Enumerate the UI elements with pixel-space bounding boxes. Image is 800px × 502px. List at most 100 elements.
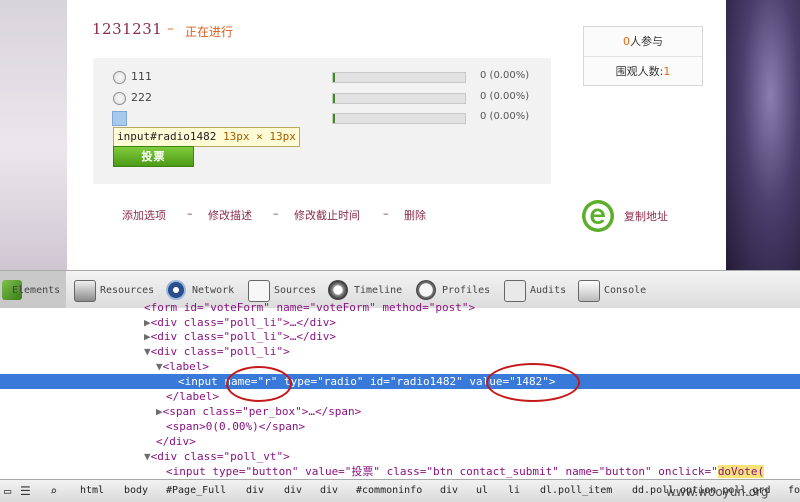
dom-node-text: <span>0(0.00%)</span> [166,420,306,433]
breadcrumb-item[interactable]: ul [476,480,488,502]
poll-option: 111 0 (0.00%) [93,66,551,88]
annotation-circle-name [226,366,292,402]
add-option-link[interactable]: 添加选项 [122,207,166,223]
tab-label: Console [604,285,647,296]
option-radio[interactable] [113,92,126,105]
console-toggle-icon[interactable]: ☰ [20,480,31,502]
dom-node-text: <input type="button" value="投票" class="b… [166,465,718,478]
edit-description-link[interactable]: 修改描述 [208,207,252,223]
breadcrumb-item[interactable]: #commoninfo [356,480,422,502]
vote-button[interactable]: 投票 [113,146,194,167]
option-percent: 0 (0.00%) [480,70,530,81]
option-progress-bar [332,113,466,124]
e-logo-icon[interactable] [581,199,615,233]
dom-line[interactable]: ▼<div class="poll_li"> [0,344,800,359]
expand-triangle-icon[interactable]: ▶ [156,404,163,419]
dom-node-text: <label> [162,360,209,373]
edit-deadline-link[interactable]: 修改截止时间 [294,207,360,223]
dom-node-text: </div> [156,435,196,448]
watermark: www.wooyun.org [666,485,769,499]
dom-line[interactable]: </label> [0,389,800,404]
console-icon [578,280,600,302]
breadcrumb-item[interactable]: dl.poll_item [540,480,612,502]
viewers-row: 围观人数:1 [584,58,702,86]
option-radio[interactable] [113,71,126,84]
tab-label: Resources [100,285,155,296]
progress-edge [333,94,335,103]
dom-node-text: <div class="poll_li"> [150,345,290,358]
viewers-label: 围观人数: [615,65,664,78]
dom-node-text: <input [178,375,225,388]
network-icon [166,280,186,300]
onclick-handler: doVote( [717,465,765,478]
expand-triangle-icon[interactable]: ▶ [144,315,151,330]
dom-line[interactable]: <span>0(0.00%)</span> [0,419,800,434]
dom-node-text: <div class="poll_vt"> [150,450,290,463]
tab-label: Elements [12,285,61,296]
annotation-circle-value [486,363,580,402]
dom-line[interactable]: ▼<label> [0,359,800,374]
timeline-icon [328,280,348,300]
title-separator: – [167,21,174,37]
dom-node-text: <div class="poll_li">…</div> [150,316,337,329]
progress-edge [333,114,335,123]
tab-label: Profiles [442,285,491,296]
dom-node-text: <form id="voteForm" name="voteForm" meth… [144,301,476,314]
option-progress-bar [332,93,466,104]
dock-icon[interactable]: ▭ [4,480,11,502]
dom-line[interactable]: ▶<div class="poll_li">…</div> [0,315,800,330]
breadcrumb-item[interactable]: fo [788,480,800,502]
breadcrumb-item[interactable]: html [80,480,104,502]
breadcrumb-item[interactable]: div [440,480,458,502]
tab-label: Audits [530,285,567,296]
action-separator: – [383,207,389,220]
option-label: 222 [131,91,152,104]
option-percent: 0 (0.00%) [480,111,530,122]
search-icon[interactable]: ⌕ [50,480,57,502]
copy-link-button[interactable]: 复制地址 [624,208,668,224]
dom-line[interactable]: </div> [0,434,800,449]
tooltip-selector: input#radio1482 [117,130,217,143]
expand-triangle-icon[interactable]: ▶ [144,329,151,344]
dom-line[interactable]: ▶<span class="per_box">…</span> [0,404,800,419]
breadcrumb-item[interactable]: body [124,480,148,502]
participants-label: 人参与 [630,35,663,48]
page-background-right [726,0,800,270]
poll-option: 0 (0.00%) [93,107,551,129]
participants-row: 0人参与 [584,28,702,57]
dom-line[interactable]: ▶<div class="poll_li">…</div> [0,329,800,344]
action-separator: – [187,207,193,220]
option-label: 111 [131,70,152,83]
collapse-triangle-icon[interactable]: ▼ [144,344,151,359]
tooltip-dimensions: 13px × 13px [222,130,296,143]
breadcrumb-item[interactable]: div [246,480,264,502]
option-progress-bar [332,72,466,83]
dom-node-text: <div class="poll_li">…</div> [150,330,337,343]
dom-line-selected[interactable]: <input name="r" type="radio" id="radio14… [0,374,800,389]
poll-status: 正在进行 [185,25,234,39]
inspect-tooltip: input#radio1482 13px × 13px [113,127,300,147]
profiles-icon [416,280,436,300]
dom-node-text: </label> [166,390,219,403]
collapse-triangle-icon[interactable]: ▼ [144,449,151,464]
resources-icon [74,280,96,302]
tab-label: Sources [274,285,317,296]
delete-link[interactable]: 删除 [404,207,426,223]
breadcrumb-item[interactable]: div [320,480,338,502]
dom-line[interactable]: ▼<div class="poll_vt"> [0,449,800,464]
breadcrumb-item[interactable]: li [508,480,520,502]
dom-node-text: <span class="per_box">…</span> [162,405,362,418]
dom-node-text: type="radio" id="radio1482" [277,375,470,388]
participants-count: 0 [623,35,630,48]
dom-line[interactable]: <form id="voteForm" name="voteForm" meth… [0,300,800,315]
dom-line[interactable]: <input type="button" value="投票" class="b… [0,464,800,479]
page-background-left [0,0,67,270]
poll-title: 1231231 [92,20,163,38]
option-radio-highlighted[interactable] [112,111,127,126]
breadcrumb-item[interactable]: div [284,480,302,502]
tab-label: Timeline [354,285,403,296]
web-page-viewport: 1231231 – 正在进行 0人参与 围观人数:1 111 0 (0.00%)… [0,0,800,270]
breadcrumb-item[interactable]: #Page_Full [166,480,226,502]
dom-tree: <form id="voteForm" name="voteForm" meth… [0,301,800,479]
collapse-triangle-icon[interactable]: ▼ [156,359,163,374]
